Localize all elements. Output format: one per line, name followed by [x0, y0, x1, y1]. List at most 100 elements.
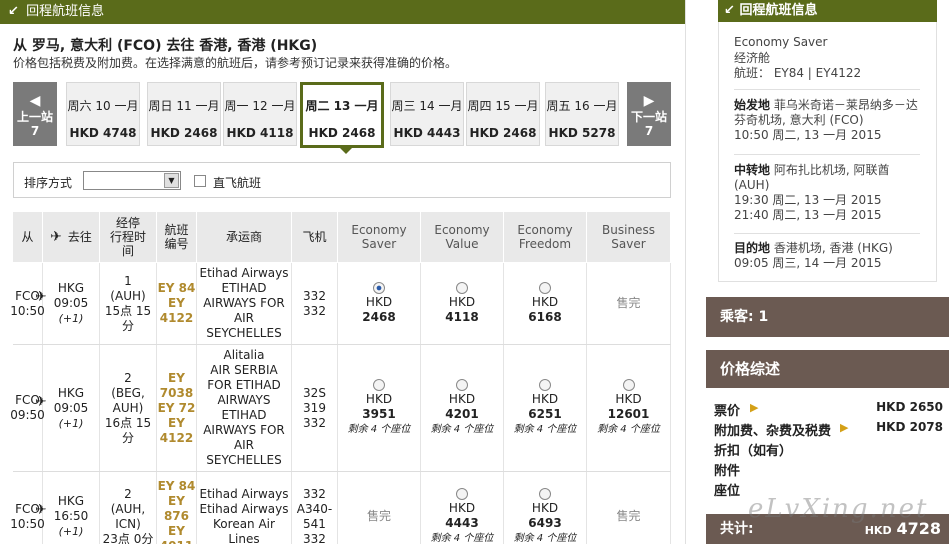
- plane-icon: ✈: [35, 502, 47, 518]
- main-panel: ↙ 回程航班信息 从 罗马, 意大利 (FCO) 去往 香港, 香港 (HKG)…: [0, 0, 686, 544]
- column-header-c1[interactable]: Economy Saver: [338, 212, 421, 262]
- fare-radio[interactable]: [539, 282, 551, 294]
- date-label: 周一 12 一月: [224, 99, 296, 113]
- date-option-5[interactable]: 周四 15 一月 HKD 2468: [466, 82, 540, 146]
- divider: [734, 154, 920, 155]
- fare-cell: 售完: [338, 472, 421, 544]
- arrow-right-icon: ▶: [840, 421, 849, 434]
- column-header-c4[interactable]: Business Saver: [587, 212, 671, 262]
- fare-radio[interactable]: [539, 487, 551, 500]
- divider: [734, 233, 920, 234]
- seats-left: 剩余 4 个座位: [430, 532, 494, 544]
- cell-flight: EY 84 EY 4122: [157, 263, 197, 344]
- date-label: 周四 15 一月: [467, 99, 539, 113]
- column-header-to: ✈ 去往: [43, 212, 100, 262]
- date-label: 周日 11 一月: [148, 99, 220, 113]
- fare-currency: HKD: [448, 500, 476, 515]
- fare-cell[interactable]: HKD 12601 剩余 4 个座位: [587, 345, 671, 471]
- watermark: eLvXing.net: [748, 494, 929, 524]
- fare-radio[interactable]: [539, 379, 551, 391]
- fare-price: 6251: [528, 407, 562, 421]
- fare-cell[interactable]: HKD 3951 剩余 4 个座位: [338, 345, 421, 471]
- fare-radio[interactable]: [456, 487, 468, 500]
- sort-label: 排序方式: [24, 176, 73, 190]
- date-option-1[interactable]: 周日 11 一月 HKD 2468: [147, 82, 221, 146]
- next-stop-button[interactable]: ▶ 下一站 7: [627, 82, 671, 146]
- date-price: HKD 2468: [308, 126, 376, 140]
- direct-flight-checkbox[interactable]: [194, 175, 206, 187]
- date-option-6[interactable]: 周五 16 一月 HKD 5278: [545, 82, 619, 146]
- collapse-arrow-icon[interactable]: ↙: [724, 3, 735, 18]
- fare-price: 6493: [528, 515, 562, 530]
- flight-row: FCO 10:50 ✈ HKG 09:05 (+1) 1 (AUH) 15点 15 分 EY 84 E…: [10, 263, 671, 345]
- date-price: HKD 2468: [150, 126, 218, 140]
- fare-currency: HKD: [531, 295, 559, 309]
- date-label: 周五 16 一月: [546, 99, 618, 113]
- fare-cell: 售完: [587, 263, 671, 344]
- price-item-label: 座位: [714, 484, 741, 499]
- fare-cell[interactable]: HKD 4201 剩余 4 个座位: [421, 345, 504, 471]
- sold-out-label: 售完: [616, 296, 641, 310]
- date-price: HKD 4443: [393, 126, 461, 140]
- fare-radio[interactable]: [456, 282, 468, 294]
- seats-left: 剩余 4 个座位: [513, 532, 577, 544]
- cabin-class: 经济舱: [734, 51, 771, 65]
- plane-icon: ✈: [50, 229, 62, 245]
- fare-cell[interactable]: HKD 6168: [504, 263, 587, 344]
- price-item-label: 折扣（如有）: [714, 444, 793, 459]
- fare-currency: HKD: [448, 295, 476, 309]
- flight-numbers: 航班： EY84 | EY4122: [734, 66, 862, 80]
- fare-currency: HKD: [448, 392, 476, 406]
- chevron-down-icon: ▼: [164, 173, 179, 188]
- fare-currency: HKD: [365, 392, 393, 406]
- fare-cell[interactable]: HKD 6493 剩余 4 个座位: [504, 472, 587, 544]
- cell-flight: EY 84EY876EY4011: [157, 472, 197, 544]
- date-option-3[interactable]: 周二 13 一月 HKD 2468: [300, 82, 384, 154]
- fare-radio[interactable]: [622, 379, 635, 391]
- fare-radio[interactable]: [373, 379, 385, 391]
- cell-carrier: Etihad Airways ETIHAD AIRWAYS FOR AIR SEYCHE…: [197, 263, 292, 344]
- fare-radio[interactable]: [456, 379, 468, 391]
- cell-to: ✈ HKG 09:05 (+1): [35, 263, 100, 344]
- fare-price: 12601: [607, 407, 650, 421]
- fare-currency: HKD: [615, 392, 642, 406]
- fare-cell[interactable]: HKD 6251 剩余 4 个座位: [504, 345, 587, 471]
- fare-cell[interactable]: HKD 2468: [338, 263, 421, 344]
- sort-select[interactable]: ▼: [83, 171, 181, 190]
- fare-cell[interactable]: HKD 4118: [421, 263, 504, 344]
- column-header-flight: 航班 编号: [157, 212, 197, 262]
- column-header-aircraft: 飞机: [292, 212, 338, 262]
- sold-out-label: 售完: [616, 509, 641, 523]
- fare-cell[interactable]: HKD 4443 剩余 4 个座位: [421, 472, 504, 544]
- departure-info: 始发地 菲乌米奇诺－莱昂纳多－达芬奇机场, 意大利 (FCO) 10:50 周二,…: [734, 98, 918, 142]
- price-note: 价格包括税费及附加费。在选择满意的航班后，请参考预订记录来获得准确的价格。: [13, 56, 458, 70]
- arrival: HKG 09:05 (+1): [53, 385, 89, 430]
- seats-left: 剩余 4 个座位: [597, 424, 660, 435]
- passenger-count: 乘客: 1: [706, 297, 949, 337]
- prev-stop-button[interactable]: ◀ 上一站 7: [13, 82, 57, 146]
- flight-row: FCO 09:50 ✈ HKG 09:05 (+1) 2 (BEG, AUH) 16点 15 分 EY…: [10, 345, 671, 472]
- cell-aircraft: 332 332: [292, 263, 338, 344]
- seats-left: 剩余 4 个座位: [513, 424, 577, 435]
- arrow-right-icon: ▶: [643, 93, 655, 109]
- fare-price: 6168: [528, 310, 562, 324]
- header-title: 回程航班信息: [26, 4, 105, 19]
- date-option-2[interactable]: 周一 12 一月 HKD 4118: [223, 82, 297, 146]
- direct-flight-label: 直飞航班: [213, 176, 262, 190]
- price-item-value: HKD 2650: [876, 400, 943, 414]
- price-summary-title: 价格综述: [706, 350, 949, 388]
- column-header-c2[interactable]: Economy Value: [421, 212, 504, 262]
- column-header-c3[interactable]: Economy Freedom: [504, 212, 587, 262]
- price-item-value: HKD 2078: [876, 420, 943, 434]
- arrow-left-icon: ◀: [29, 93, 41, 109]
- destination-info: 目的地 香港机场, 香港 (HKG) 09:05 周三, 14 一月 2015: [734, 241, 893, 270]
- date-option-0[interactable]: 周六 10 一月 HKD 4748: [66, 82, 140, 146]
- cell-to: ✈ HKG 09:05 (+1): [35, 345, 100, 471]
- cell-aircraft: 332 A340- 541 332: [292, 472, 338, 544]
- fare-name: Economy Saver: [734, 35, 828, 49]
- collapse-arrow-icon[interactable]: ↙: [8, 0, 22, 24]
- date-option-4[interactable]: 周三 14 一月 HKD 4443: [390, 82, 464, 146]
- arrival: HKG 16:50 (+1): [53, 494, 89, 538]
- cell-time: 1 (AUH) 15点 15 分: [100, 263, 157, 344]
- fare-radio[interactable]: [373, 282, 385, 294]
